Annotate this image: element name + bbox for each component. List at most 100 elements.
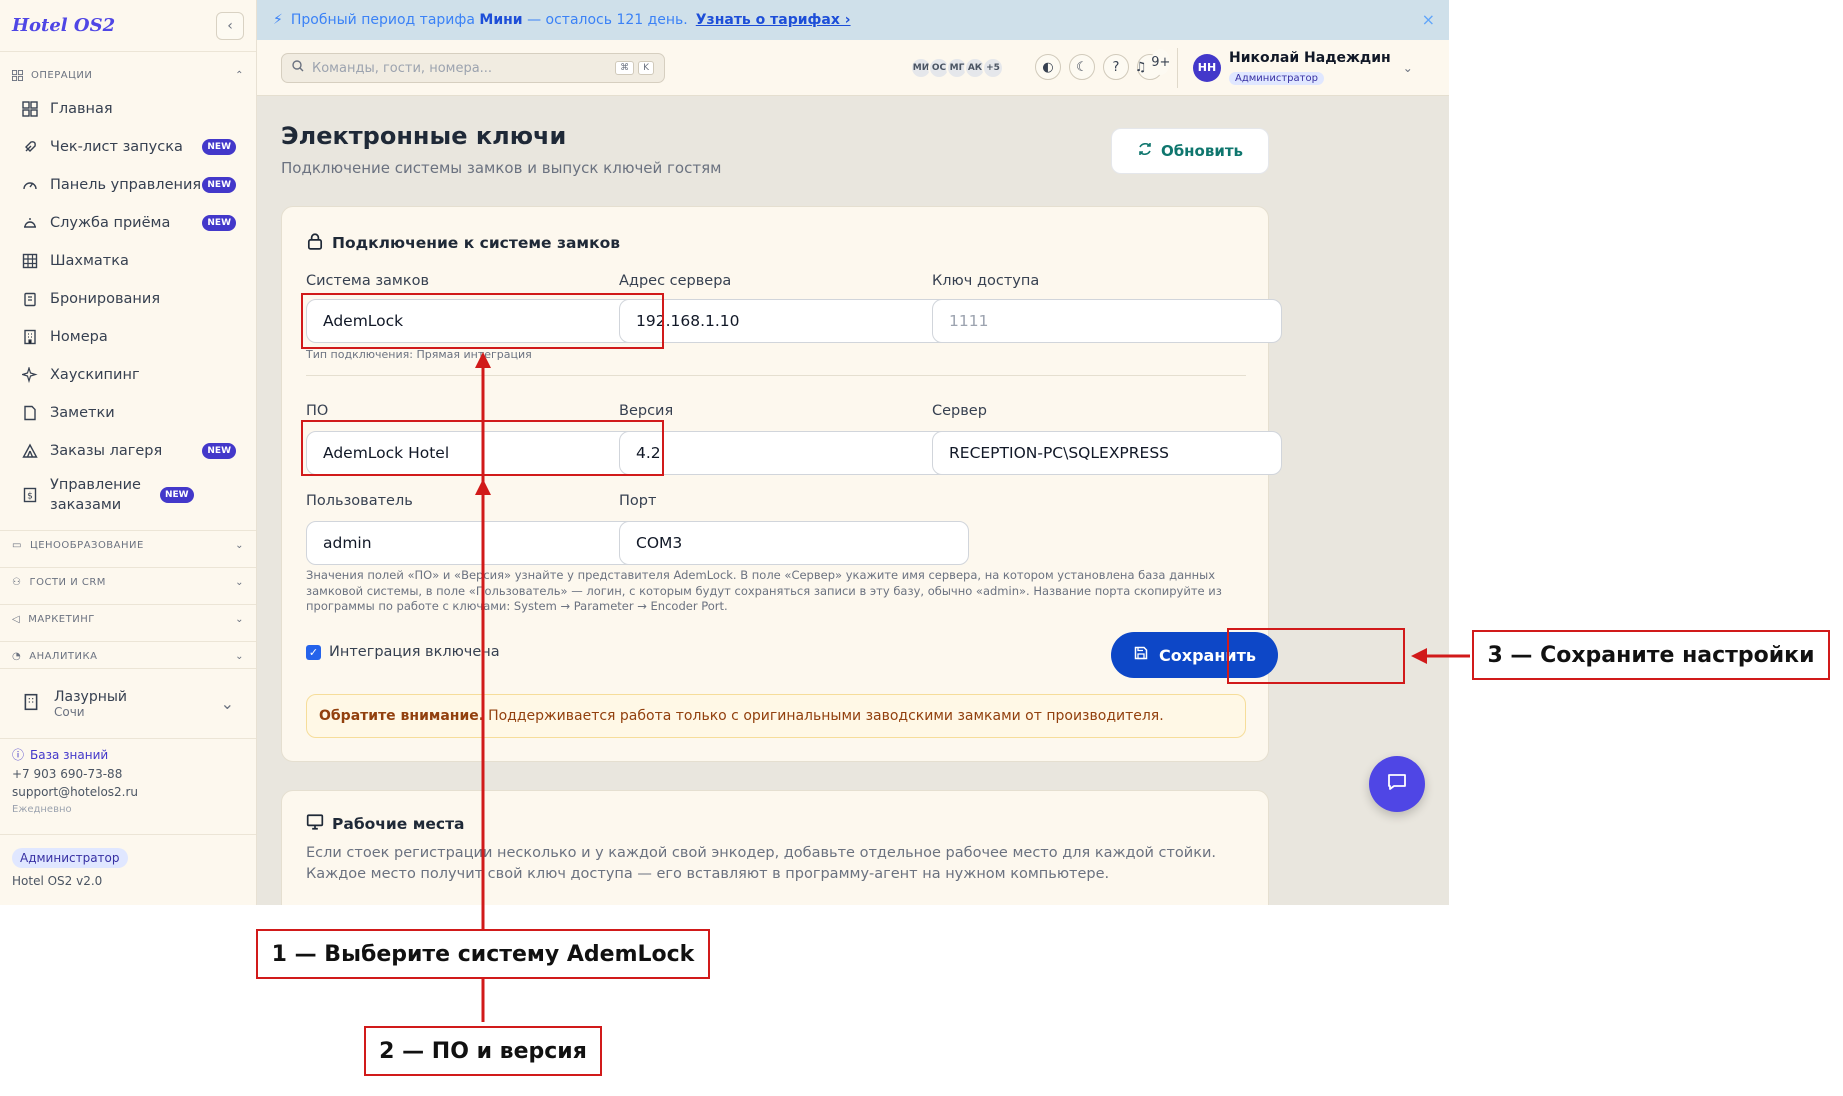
chevron-down-icon: ⌄: [220, 694, 234, 713]
section-operations[interactable]: ОПЕРАЦИИ ⌃: [0, 60, 256, 90]
pricing-link[interactable]: Узнать о тарифах ›: [696, 12, 851, 28]
grid-icon: [12, 69, 23, 81]
sidebar-item-label: Хаускипинг: [50, 367, 140, 383]
integration-toggle[interactable]: ✓ Интеграция включена: [306, 644, 500, 660]
shortcut-hint: ⌘ K: [615, 61, 654, 75]
sidebar-item-bookings[interactable]: Бронирования: [0, 280, 256, 318]
section-label: АНАЛИТИКА: [29, 651, 98, 662]
kbd-k: K: [638, 61, 654, 75]
topbar: Команды, гости, номера... ⌘ K МИ ОС МГ АК…: [257, 40, 1449, 96]
chevron-down-icon: ⌄: [235, 651, 244, 662]
canvas: Hotel OS2 ‹ ОПЕРАЦИИ ⌃ Главная Чек-лист …: [0, 0, 1843, 1096]
new-badge: NEW: [202, 215, 236, 231]
software-label: ПО: [306, 403, 329, 419]
trial-days: — осталось 121 день.: [527, 12, 688, 28]
user-name: Николай Надеждин: [1229, 50, 1391, 66]
section-label: ОПЕРАЦИИ: [31, 69, 93, 81]
chevron-down-icon: ⌄: [235, 577, 244, 588]
user-role-badge: Администратор: [1229, 72, 1324, 85]
card-title-text: Рабочие места: [332, 815, 465, 833]
software-input[interactable]: AdemLock Hotel: [306, 431, 656, 475]
card-title: Рабочие места: [306, 813, 465, 835]
version-value: 4.2: [636, 444, 661, 462]
access-key-input[interactable]: 1111: [932, 299, 1282, 343]
software-value: AdemLock Hotel: [323, 444, 450, 462]
port-input[interactable]: COM3: [619, 521, 969, 565]
chevron-down-icon: ⌄: [235, 614, 244, 625]
hotel-selector[interactable]: Лазурный Сочи ⌄: [0, 668, 256, 738]
user-value: admin: [323, 534, 372, 552]
sidebar-item-notes[interactable]: Заметки: [0, 394, 256, 432]
section-label: ЦЕНООБРАЗОВАНИЕ: [29, 540, 144, 551]
callout-step-2: 2 — ПО и версия: [364, 1026, 602, 1076]
section-analytics[interactable]: ◔ АНАЛИТИКА ⌄: [0, 641, 256, 671]
knowledge-base-link[interactable]: ⓘ База знаний: [12, 745, 244, 765]
sidebar-item-housekeeping[interactable]: Хаускипинг: [0, 356, 256, 394]
sidebar-item-control-panel[interactable]: Панель управления NEW: [0, 166, 256, 204]
moon-icon[interactable]: ☾: [1069, 54, 1095, 80]
dollar-receipt-icon: $: [20, 485, 40, 505]
sidebar-item-home[interactable]: Главная: [0, 90, 256, 128]
sidebar-item-order-management[interactable]: $ Управление заказами NEW: [0, 470, 256, 520]
callout-step-1: 1 — Выберите систему AdemLock: [256, 929, 710, 979]
server-label: Сервер: [932, 403, 987, 419]
app-version: Hotel OS2 v2.0: [12, 874, 103, 888]
support-phone: +7 903 690-73-88: [12, 767, 123, 781]
chat-icon: [1386, 771, 1408, 797]
users-icon: ⚇: [12, 577, 22, 588]
svg-text:$: $: [27, 492, 33, 502]
server-input[interactable]: RECEPTION-PC\SQLEXPRESS: [932, 431, 1282, 475]
chat-button[interactable]: [1369, 756, 1425, 812]
version-input[interactable]: 4.2: [619, 431, 969, 475]
hotel-name: Лазурный: [54, 688, 128, 705]
chevron-left-icon: ‹: [227, 17, 233, 34]
close-icon[interactable]: ×: [1422, 10, 1435, 29]
page-title: Электронные ключи: [281, 122, 567, 150]
lock-system-select[interactable]: AdemLock ▾: [306, 299, 656, 343]
section-guests-crm[interactable]: ⚇ ГОСТИ И CRM ⌄: [0, 567, 256, 597]
sidebar-item-chessboard[interactable]: Шахматка: [0, 242, 256, 280]
card-title: Подключение к системе замков: [306, 232, 620, 254]
user-menu[interactable]: НН Николай Надеждин Администратор ⌄: [1193, 50, 1413, 85]
version-label: Версия: [619, 403, 674, 419]
chevron-down-icon: ⌄: [235, 540, 244, 551]
chart-pie-icon: ◔: [12, 651, 22, 662]
trial-banner: ⚡ Пробный период тарифа Мини — осталось …: [257, 0, 1449, 40]
chevron-down-icon: ⌄: [1402, 60, 1413, 75]
support-hours: Ежедневно: [12, 804, 72, 815]
help-circle-icon: ⓘ: [12, 748, 25, 762]
workplaces-description: Если стоек регистрации несколько и у каж…: [306, 845, 1216, 882]
server-address-label: Адрес сервера: [619, 273, 732, 289]
trial-plan: Мини: [479, 12, 523, 28]
sidebar-item-label: Управление заказами: [50, 477, 141, 513]
online-users[interactable]: МИ ОС МГ АК +5: [910, 57, 1004, 79]
refresh-label: Обновить: [1160, 142, 1244, 160]
server-address-input[interactable]: 192.168.1.10: [619, 299, 969, 343]
search-input[interactable]: Команды, гости, номера... ⌘ K: [281, 53, 665, 83]
kbd-cmd: ⌘: [615, 61, 635, 75]
integration-label: Интеграция включена: [329, 644, 500, 660]
lock-system-label: Система замков: [306, 273, 430, 289]
main-content: ⚡ Пробный период тарифа Мини — осталось …: [257, 0, 1449, 905]
dashboard-icon: [20, 99, 40, 119]
role-block: Администратор Hotel OS2 v2.0: [0, 834, 256, 905]
sidebar-item-label: Заметки: [50, 405, 115, 421]
section-pricing[interactable]: ▭ ЦЕНООБРАЗОВАНИЕ ⌄: [0, 530, 256, 560]
refresh-button[interactable]: Обновить: [1111, 128, 1269, 174]
support-block: ⓘ База знаний +7 903 690-73-88 support@ho…: [0, 738, 256, 834]
bell-icon[interactable]: ♫ 9+: [1135, 49, 1171, 80]
app-logo: Hotel OS2: [12, 15, 116, 36]
help-icon[interactable]: ?: [1103, 54, 1129, 80]
sidebar-item-rooms[interactable]: Номера: [0, 318, 256, 356]
sidebar-item-front-desk[interactable]: Служба приёма NEW: [0, 204, 256, 242]
notification-count: 9+: [1151, 49, 1171, 75]
user-input[interactable]: admin: [306, 521, 656, 565]
palette-icon[interactable]: ◐: [1035, 54, 1061, 80]
server-value: RECEPTION-PC\SQLEXPRESS: [949, 444, 1170, 462]
section-marketing[interactable]: ◁ МАРКЕТИНГ ⌄: [0, 604, 256, 634]
search-icon: [292, 60, 304, 76]
save-button[interactable]: Сохранить: [1111, 632, 1278, 678]
collapse-sidebar-button[interactable]: ‹: [216, 11, 244, 40]
sidebar-item-camp-orders[interactable]: Заказы лагеря NEW: [0, 432, 256, 470]
sidebar-item-launch-checklist[interactable]: Чек-лист запуска NEW: [0, 128, 256, 166]
